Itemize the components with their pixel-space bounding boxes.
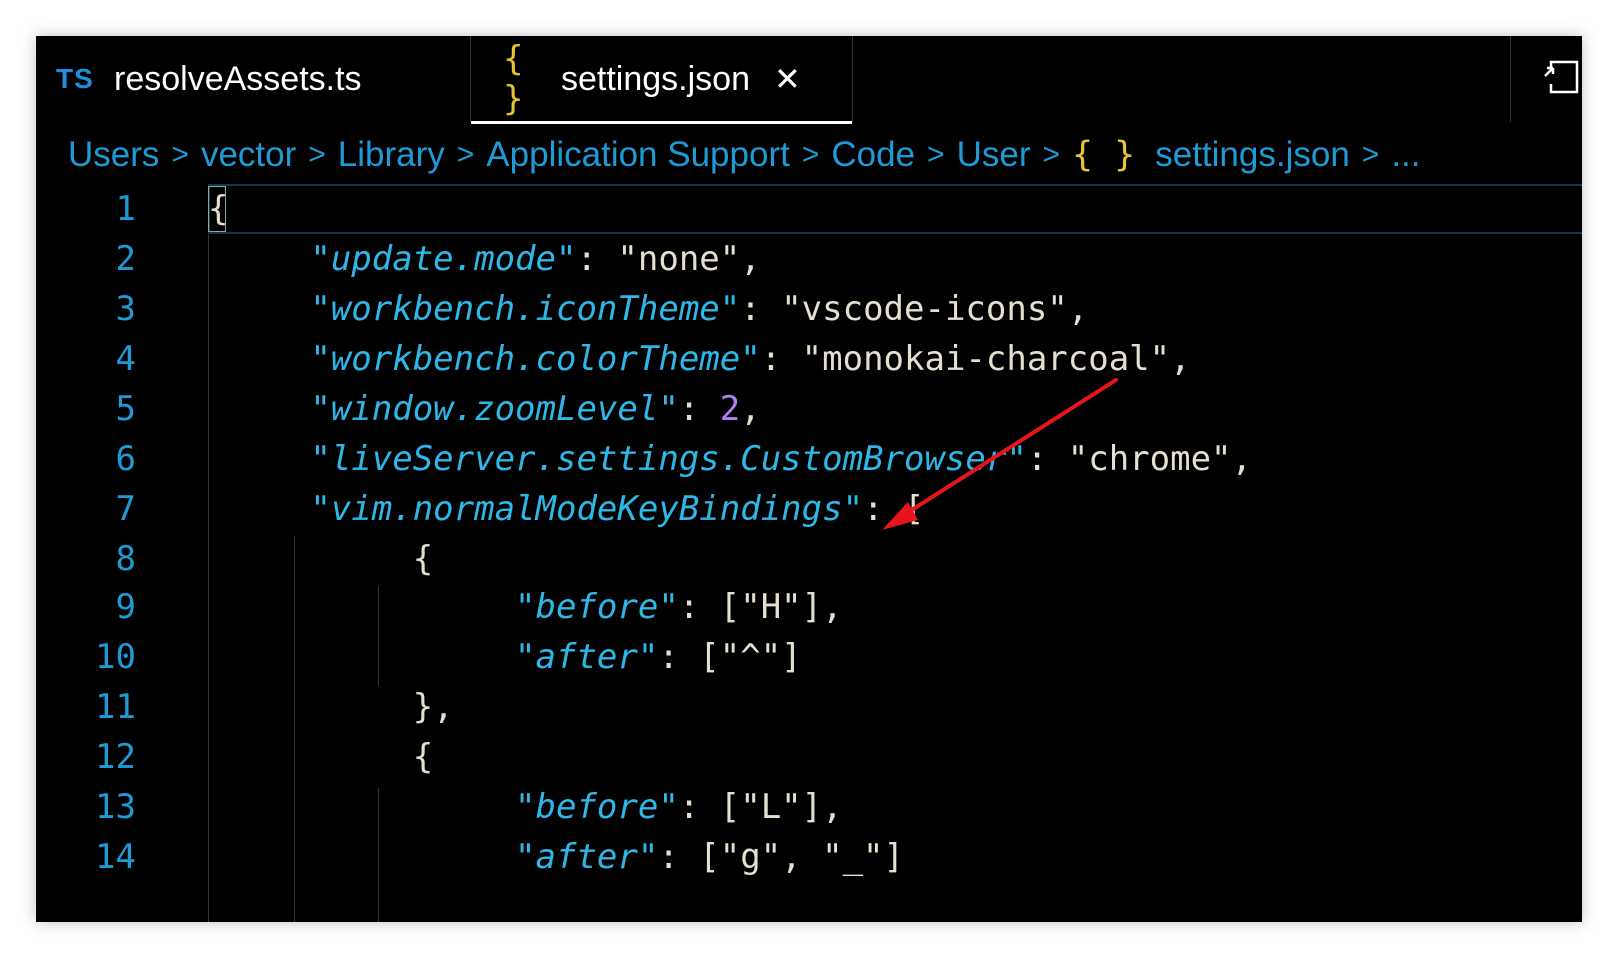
line-content: { [208,189,229,229]
breadcrumb-item[interactable]: User [957,135,1031,175]
line-number: 5 [115,389,136,429]
chevron-right-icon: > [801,138,820,171]
active-tab-indicator [471,121,852,124]
json-icon: { } [503,39,524,119]
code-line: 5 "window.zoomLevel": 2, [36,384,1582,434]
typescript-icon: TS [56,63,94,94]
line-number: 10 [95,637,136,677]
line-content: "liveServer.settings.CustomBrowser": "ch… [310,439,1253,479]
chevron-right-icon: > [456,138,475,171]
chevron-right-icon: > [927,138,945,171]
breadcrumb-item[interactable]: Library [338,135,445,175]
code-line: 2 "update.mode": "none", [36,234,1582,284]
tab-settings-json[interactable]: { } settings.json ✕ [470,36,853,124]
json-icon: { } [1072,135,1136,175]
line-number: 6 [115,439,136,479]
code-line: 12 { [36,732,1582,782]
code-line: 8 { [36,534,1582,584]
code-line: 1 { [36,184,1582,234]
code-line: 6 "liveServer.settings.CustomBrowser": "… [36,434,1582,484]
code-line: 13 "before": ["L"], [36,782,1582,832]
line-content: "after": ["g", "_"] [515,837,904,877]
line-content: "after": ["^"] [515,637,802,677]
line-number: 1 [115,189,136,229]
code-line: 9 "before": ["H"], [36,582,1582,632]
code-line: 10 "after": ["^"] [36,632,1582,682]
line-content: "before": ["H"], [515,587,843,627]
code-line: 7 "vim.normalModeKeyBindings": [ [36,484,1582,534]
breadcrumb-item[interactable]: Code [831,135,915,175]
open-changes-icon[interactable] [1539,54,1582,98]
breadcrumb-item[interactable]: Users [68,135,159,175]
tab-label: settings.json [561,59,750,98]
code-line: 11 }, [36,682,1582,732]
code-line: 4 "workbench.colorTheme": "monokai-charc… [36,334,1582,384]
line-content: "vim.normalModeKeyBindings": [ [310,489,925,529]
line-number: 3 [115,289,136,329]
line-content: "workbench.colorTheme": "monokai-charcoa… [310,339,1191,379]
tab-bar: TS resolveAssets.ts { } settings.json ✕ [36,36,1582,124]
editor-actions [1510,36,1582,122]
close-icon[interactable]: ✕ [774,60,801,98]
line-content: { [412,539,434,579]
line-number: 9 [115,587,136,627]
line-content: }, [412,687,454,727]
chevron-right-icon: > [171,138,189,171]
chevron-right-icon: > [308,138,326,171]
tab-label: resolveAssets.ts [114,59,362,98]
breadcrumb-item[interactable]: Application Support [486,135,790,175]
line-content: { [412,737,434,777]
line-content: "update.mode": "none", [310,239,761,279]
line-number: 8 [115,539,136,579]
line-number: 13 [95,787,136,827]
line-content: "window.zoomLevel": 2, [310,389,761,429]
line-number: 7 [115,489,136,529]
breadcrumb-more[interactable]: ... [1391,135,1420,175]
line-number: 12 [95,737,136,777]
editor-window: TS resolveAssets.ts { } settings.json ✕ … [36,36,1582,922]
breadcrumb-item[interactable]: vector [201,135,296,175]
line-number: 4 [115,339,136,379]
line-number: 14 [95,837,136,877]
line-content: "before": ["L"], [515,787,843,827]
code-line: 14 "after": ["g", "_"] [36,832,1582,882]
chevron-right-icon: > [1042,138,1061,171]
chevron-right-icon: > [1361,138,1380,171]
code-line: 3 "workbench.iconTheme": "vscode-icons", [36,284,1582,334]
line-number: 2 [115,239,136,279]
line-content: "workbench.iconTheme": "vscode-icons", [310,289,1089,329]
breadcrumb-file[interactable]: settings.json [1155,135,1350,175]
tab-resolve-assets[interactable]: TS resolveAssets.ts [36,36,468,122]
line-number: 11 [95,687,136,727]
code-editor[interactable]: 1 { 2 "update.mode": "none", 3 "workbenc… [36,184,1582,922]
breadcrumb: Users > vector > Library > Application S… [68,130,1421,180]
